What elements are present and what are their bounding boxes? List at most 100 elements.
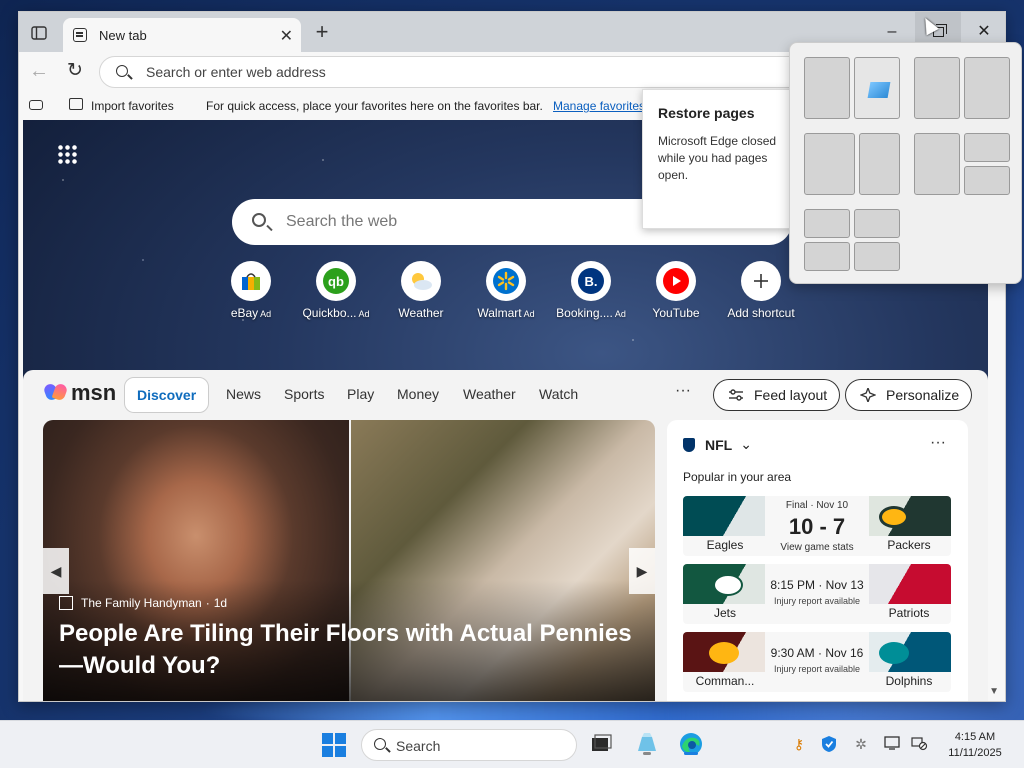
tab-sports[interactable]: Sports bbox=[284, 386, 324, 402]
carousel-next-button[interactable]: ▶ bbox=[629, 548, 655, 594]
import-favorites-button[interactable]: Import favorites bbox=[91, 99, 174, 113]
edge-app-icon bbox=[867, 82, 891, 98]
display-icon[interactable] bbox=[884, 735, 902, 753]
address-bar[interactable] bbox=[99, 56, 859, 88]
snap-zone-quad-top-left[interactable] bbox=[804, 209, 850, 238]
team2-name: Patriots bbox=[888, 606, 930, 620]
taskbar-search[interactable]: Search bbox=[361, 729, 577, 761]
game-status: 8:15 PM · Nov 13 bbox=[770, 578, 864, 592]
web-search-input[interactable] bbox=[286, 213, 626, 231]
nfl-header[interactable]: NFL ⌄ bbox=[683, 436, 752, 453]
hero-headline[interactable]: People Are Tiling Their Floors with Actu… bbox=[59, 618, 649, 682]
game-status: 9:30 AM · Nov 16 bbox=[770, 646, 864, 660]
favorites-bar-icon bbox=[29, 100, 43, 110]
snap-zone-quad-top-right[interactable] bbox=[854, 209, 900, 238]
tab-play[interactable]: Play bbox=[347, 386, 374, 402]
tab-watch[interactable]: Watch bbox=[539, 386, 578, 402]
snap-zone-third-right[interactable] bbox=[859, 133, 900, 195]
snap-zone-left[interactable] bbox=[914, 133, 960, 195]
feed-layout-label: Feed layout bbox=[754, 387, 828, 403]
taskbar: Search ⚷ ✲ 4:15 AM 11/11/2025 bbox=[0, 720, 1024, 768]
ad-badge: Ad bbox=[260, 309, 272, 319]
clock-time: 4:15 AM bbox=[954, 731, 996, 743]
tab-weather[interactable]: Weather bbox=[463, 386, 516, 402]
tab-actions-icon bbox=[31, 26, 47, 40]
taskbar-search-label: Search bbox=[396, 738, 441, 754]
svg-text:qb: qb bbox=[328, 274, 344, 289]
msn-logo[interactable]: msn bbox=[45, 378, 116, 408]
shortcut-label: YouTube bbox=[652, 306, 700, 320]
game-row[interactable]: Jets Patriots 8:15 PM · Nov 13 Injury re… bbox=[683, 564, 951, 624]
windows-logo-icon bbox=[322, 733, 333, 744]
publisher-icon bbox=[59, 596, 73, 610]
nfl-subtitle: Popular in your area bbox=[683, 470, 792, 484]
nfl-more-button[interactable]: ··· bbox=[930, 434, 946, 452]
snap-zone-half-right[interactable] bbox=[964, 57, 1010, 119]
system-clock[interactable]: 4:15 AM 11/11/2025 bbox=[940, 729, 1010, 761]
network-icon[interactable] bbox=[910, 735, 928, 753]
tab-actions-button[interactable] bbox=[25, 20, 53, 46]
key-icon[interactable]: ⚷ bbox=[790, 735, 808, 753]
manage-favorites-link[interactable]: Manage favorites bbox=[553, 99, 645, 113]
tab-news[interactable]: News bbox=[226, 386, 261, 402]
shortcut-quickbooks[interactable]: qb Quickbo... Ad bbox=[294, 261, 378, 320]
patriots-logo-icon bbox=[869, 564, 951, 604]
carousel-prev-button[interactable]: ◀ bbox=[43, 548, 69, 594]
shortcut-booking[interactable]: B. Booking.... Ad bbox=[549, 261, 633, 320]
app-launcher-icon[interactable] bbox=[57, 144, 77, 164]
nfl-title: NFL bbox=[705, 436, 733, 453]
back-button[interactable]: ← bbox=[27, 60, 51, 84]
edge-taskbar-button[interactable] bbox=[678, 731, 704, 757]
tab-new-tab[interactable]: New tab ✕ bbox=[63, 18, 301, 52]
snap-zone-quad-bottom-left[interactable] bbox=[804, 242, 850, 271]
tab-close-button[interactable]: ✕ bbox=[280, 26, 293, 46]
game-note[interactable]: Injury report available bbox=[767, 596, 867, 606]
more-options-button[interactable]: ··· bbox=[675, 382, 691, 400]
shortcut-label: Add shortcut bbox=[727, 306, 795, 320]
game-row[interactable]: Eagles Packers Final · Nov 10 10 - 7 Vie… bbox=[683, 496, 951, 556]
shortcut-walmart[interactable]: Walmart Ad bbox=[464, 261, 548, 320]
refresh-button[interactable]: ↻ bbox=[63, 59, 87, 83]
shortcut-ebay[interactable]: eBay Ad bbox=[209, 261, 293, 320]
plus-icon bbox=[741, 261, 781, 301]
snap-zone-top-right[interactable] bbox=[964, 133, 1010, 162]
task-view-icon bbox=[592, 734, 612, 751]
shield-icon[interactable] bbox=[820, 735, 838, 753]
tab-money[interactable]: Money bbox=[397, 386, 439, 402]
new-tab-button[interactable]: + bbox=[309, 20, 335, 46]
snap-zone-half-right[interactable] bbox=[854, 57, 900, 119]
team1-name: Jets bbox=[713, 606, 736, 620]
snap-zone-half-left[interactable] bbox=[914, 57, 960, 119]
shortcut-label: eBay bbox=[230, 306, 259, 320]
shortcut-label: Quickbo... bbox=[302, 306, 357, 320]
game-note[interactable]: Injury report available bbox=[767, 664, 867, 674]
personalize-button[interactable]: Personalize bbox=[845, 379, 973, 411]
address-input[interactable] bbox=[146, 63, 746, 81]
start-button[interactable] bbox=[322, 733, 346, 757]
restore-message: Microsoft Edge closed while you had page… bbox=[658, 134, 777, 182]
restore-title: Restore pages bbox=[658, 105, 755, 121]
hero-carousel[interactable]: The Family Handyman · 1d People Are Tili… bbox=[43, 420, 655, 701]
running-indicator bbox=[643, 752, 651, 755]
msn-logo-text: msn bbox=[71, 380, 117, 405]
shortcut-weather[interactable]: Weather bbox=[379, 261, 463, 320]
team2-name: Dolphins bbox=[885, 674, 933, 688]
game-row[interactable]: Comman... Dolphins 9:30 AM · Nov 16 Inju… bbox=[683, 632, 951, 692]
task-view-button[interactable] bbox=[588, 731, 614, 757]
snap-zone-half-left[interactable] bbox=[804, 57, 850, 119]
snap-zone-two-thirds-left[interactable] bbox=[804, 133, 855, 195]
taskbar-app-button[interactable] bbox=[634, 731, 660, 757]
game-status: Final · Nov 10 bbox=[785, 500, 849, 511]
tab-discover[interactable]: Discover bbox=[124, 377, 210, 413]
snap-zone-quad-bottom-right[interactable] bbox=[854, 242, 900, 271]
shortcut-youtube[interactable]: YouTube bbox=[634, 261, 718, 320]
scroll-down-arrow-icon[interactable]: ▼ bbox=[989, 686, 999, 697]
sync-icon[interactable]: ✲ bbox=[852, 735, 870, 753]
team1-name: Comman... bbox=[695, 674, 755, 688]
weather-icon bbox=[401, 261, 441, 301]
feed-layout-button[interactable]: Feed layout bbox=[713, 379, 841, 411]
snap-zone-bottom-right[interactable] bbox=[964, 166, 1010, 195]
game-note[interactable]: View game stats bbox=[767, 542, 867, 553]
snap-layouts-flyout bbox=[789, 42, 1022, 284]
dolphins-logo-icon bbox=[869, 632, 951, 672]
